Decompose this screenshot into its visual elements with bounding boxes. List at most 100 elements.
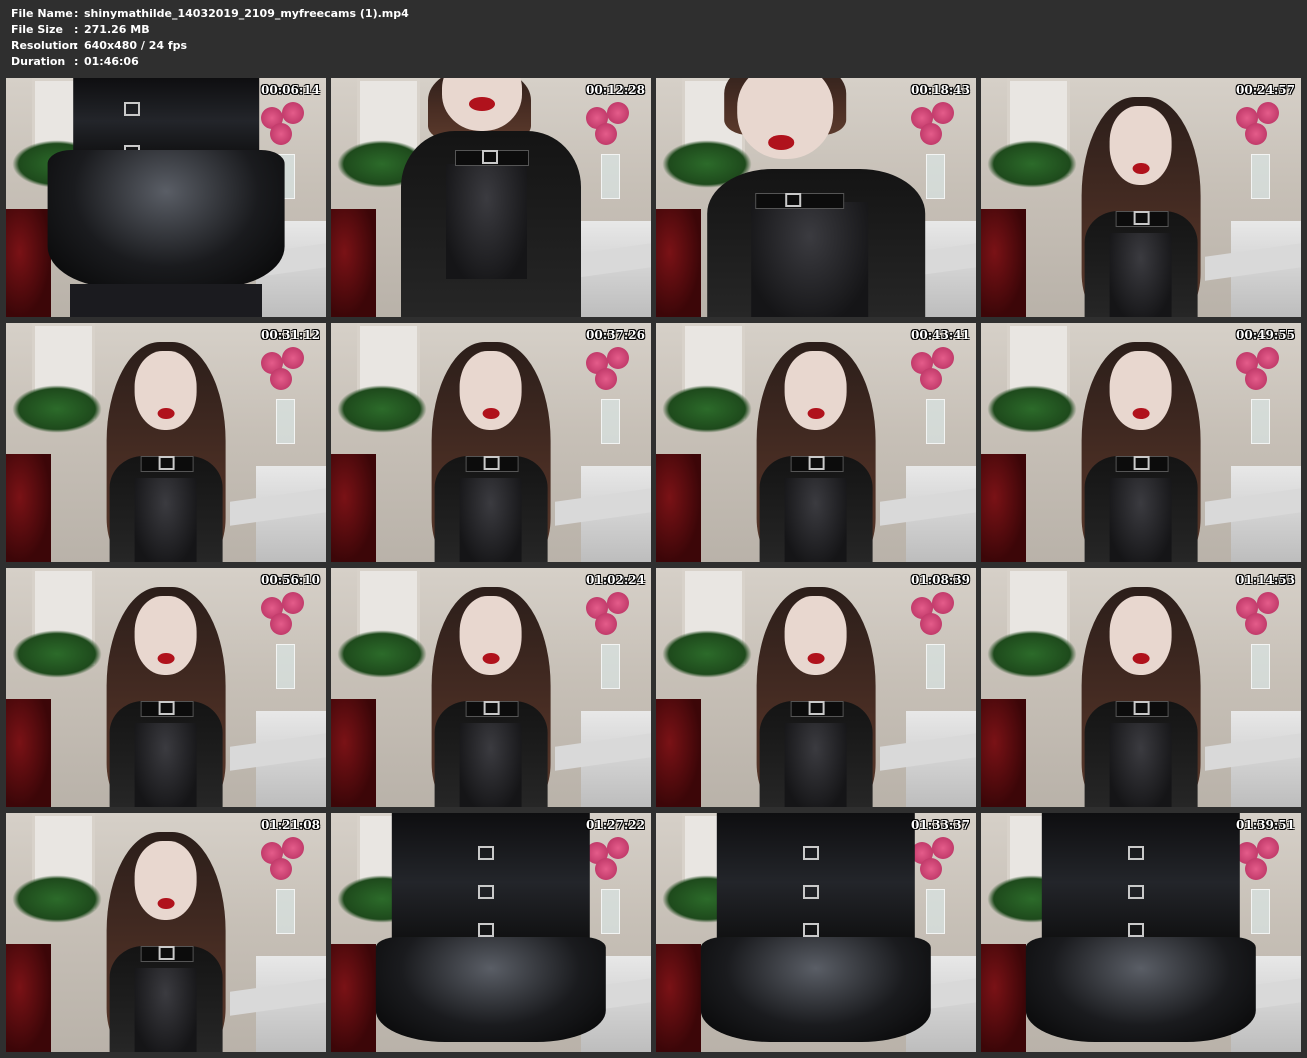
thumbnail-shape — [1256, 101, 1279, 124]
thumbnail-timestamp: 01:14:53 — [1236, 573, 1295, 587]
thumbnail-shape — [158, 946, 175, 961]
thumbnail-shape — [270, 367, 292, 390]
video-thumbnail[interactable]: 01:21:08 — [6, 813, 326, 1052]
resolution-label: Resolution — [11, 39, 78, 52]
video-thumbnail[interactable]: 00:18:43 — [656, 78, 976, 317]
thumbnail-shape — [1256, 591, 1279, 614]
thumbnail-shape — [337, 385, 427, 433]
thumbnail-shape — [1231, 101, 1289, 200]
thumbnail-shape — [47, 149, 285, 289]
thumbnail-shape — [1231, 346, 1289, 445]
thumbnail-shape — [1132, 163, 1150, 175]
thumbnail-shape — [6, 209, 51, 317]
thumbnail-shape — [1245, 857, 1267, 880]
thumbnail-shape — [920, 612, 942, 635]
video-thumbnail[interactable]: 00:06:14 — [6, 78, 326, 317]
thumbnail-shape — [931, 591, 954, 614]
thumbnail-shape — [1245, 367, 1267, 390]
thumbnail-shape — [331, 209, 376, 317]
thumbnail-timestamp: 00:12:28 — [586, 83, 645, 97]
resolution-row: Resolution : 640x480 / 24 fps — [11, 38, 409, 54]
thumbnail-shape — [808, 456, 825, 471]
thumbnail-image — [331, 813, 651, 1052]
thumbnail-shape — [931, 101, 954, 124]
thumbnail-image — [981, 323, 1301, 562]
thumbnail-shape — [1071, 97, 1212, 317]
thumbnail-shape — [600, 399, 621, 445]
thumbnail-shape — [256, 836, 314, 935]
thumbnail-shape — [981, 454, 1026, 562]
thumbnail-shape — [1245, 122, 1267, 145]
thumbnail-timestamp: 01:27:22 — [586, 818, 645, 832]
thumbnail-shape — [931, 836, 954, 859]
thumbnail-shape — [331, 699, 376, 807]
thumbnail-shape — [746, 342, 887, 562]
thumbnail-shape — [96, 832, 237, 1052]
thumbnail-shape — [803, 922, 820, 937]
thumbnail-shape — [906, 346, 964, 445]
thumbnail-shape — [925, 889, 946, 935]
video-thumbnail[interactable]: 01:33:37 — [656, 813, 976, 1052]
thumbnail-shape — [987, 630, 1077, 678]
thumbnail-shape — [460, 723, 522, 807]
thumbnail-shape — [931, 346, 954, 369]
thumbnail-shape — [581, 591, 639, 690]
video-thumbnail[interactable]: 00:24:57 — [981, 78, 1301, 317]
video-thumbnail[interactable]: 00:56:10 — [6, 568, 326, 807]
file-name-value: shinymathilde_14032019_2109_myfreecams (… — [84, 7, 409, 20]
separator: : — [74, 39, 79, 52]
video-thumbnail[interactable]: 00:37:26 — [331, 323, 651, 562]
resolution-value: 640x480 / 24 fps — [84, 39, 188, 52]
thumbnail-timestamp: 00:24:57 — [1236, 83, 1295, 97]
video-thumbnail[interactable]: 01:02:24 — [331, 568, 651, 807]
thumbnail-shape — [482, 408, 500, 420]
thumbnail-shape — [981, 944, 1026, 1052]
thumbnail-shape — [606, 836, 629, 859]
thumbnail-shape — [270, 857, 292, 880]
video-thumbnail[interactable]: 01:08:39 — [656, 568, 976, 807]
thumbnail-shape — [1110, 723, 1172, 807]
thumbnail-shape — [981, 699, 1026, 807]
thumbnail-shape — [768, 135, 795, 150]
thumbnail-shape — [656, 944, 701, 1052]
thumbnail-timestamp: 01:21:08 — [261, 818, 320, 832]
thumbnail-shape — [446, 164, 527, 279]
thumbnail-shape — [1128, 884, 1145, 899]
video-thumbnail[interactable]: 00:31:12 — [6, 323, 326, 562]
thumbnail-shape — [785, 723, 847, 807]
thumbnail-shape — [925, 399, 946, 445]
video-thumbnail[interactable]: 00:49:55 — [981, 323, 1301, 562]
thumbnail-shape — [281, 836, 304, 859]
thumbnail-shape — [157, 408, 175, 420]
thumbnail-shape — [157, 898, 175, 910]
thumbnail-shape — [1250, 154, 1271, 200]
thumbnail-shape — [656, 699, 701, 807]
thumbnail-shape — [600, 154, 621, 200]
thumbnail-shape — [606, 591, 629, 614]
thumbnail-shape — [581, 346, 639, 445]
video-thumbnail[interactable]: 01:27:22 — [331, 813, 651, 1052]
thumbnail-shape — [1025, 937, 1257, 1043]
thumbnail-shape — [70, 283, 262, 317]
thumbnail-timestamp: 00:56:10 — [261, 573, 320, 587]
thumbnail-shape — [1110, 478, 1172, 562]
thumbnail-shape — [478, 846, 495, 861]
thumbnail-shape — [1132, 408, 1150, 420]
thumbnail-shape — [275, 399, 296, 445]
thumbnail-shape — [1250, 644, 1271, 690]
separator: : — [74, 23, 79, 36]
file-size-label: File Size — [11, 23, 63, 36]
video-thumbnail[interactable]: 01:14:53 — [981, 568, 1301, 807]
thumbnail-image — [331, 78, 651, 317]
thumbnail-shape — [920, 857, 942, 880]
thumbnail-shape — [124, 101, 141, 116]
thumbnail-shape — [1128, 846, 1145, 861]
thumbnail-shape — [785, 478, 847, 562]
video-thumbnail[interactable]: 00:43:41 — [656, 323, 976, 562]
video-thumbnail[interactable]: 00:12:28 — [331, 78, 651, 317]
thumbnail-shape — [595, 367, 617, 390]
video-thumbnail[interactable]: 01:39:51 — [981, 813, 1301, 1052]
thumbnail-timestamp: 00:06:14 — [261, 83, 320, 97]
thumbnail-shape — [595, 612, 617, 635]
thumbnail-shape — [158, 456, 175, 471]
